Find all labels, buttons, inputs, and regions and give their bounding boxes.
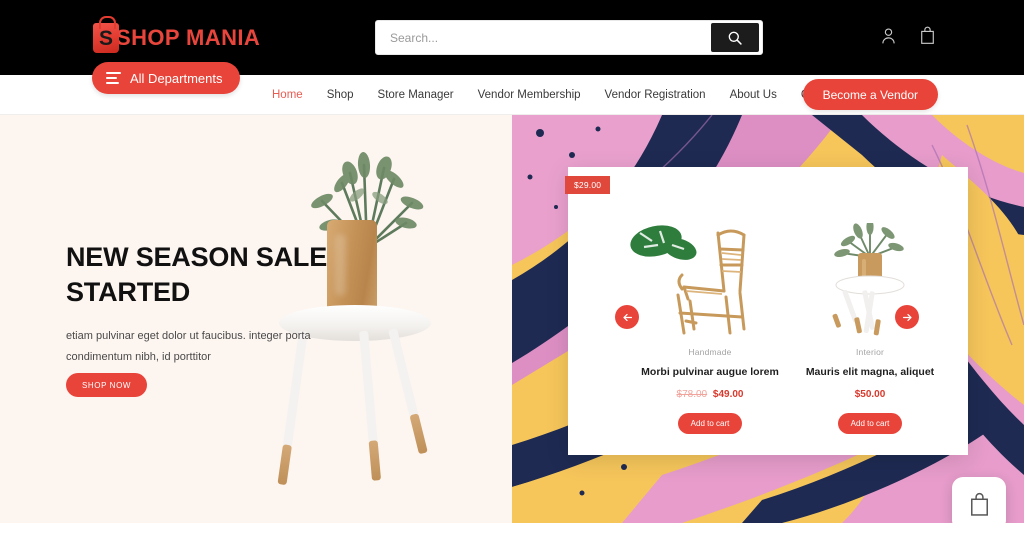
all-departments-button[interactable]: All Departments <box>92 62 241 94</box>
brand-name: SHOP MANIA <box>116 25 261 50</box>
main-navigation-bar: All Departments Home Shop Store Manager … <box>0 62 1024 115</box>
nav-item-vendor-membership[interactable]: Vendor Membership <box>478 89 581 101</box>
add-to-cart-button[interactable]: Add to cart <box>837 413 903 434</box>
arrow-left-icon <box>622 313 632 321</box>
site-logo[interactable]: S SHOP MANIA <box>93 16 261 56</box>
price-current: $50.00 <box>854 389 886 400</box>
product-image[interactable] <box>790 219 950 337</box>
product-price: $78.00 $49.00 <box>630 389 790 400</box>
account-icon[interactable] <box>880 27 897 45</box>
arrow-right-icon <box>902 313 912 321</box>
shopping-bag-icon <box>970 492 988 516</box>
floating-cart-button[interactable] <box>952 477 1006 523</box>
logo-letter-s: S <box>98 26 113 50</box>
add-to-cart-button[interactable]: Add to cart <box>677 413 743 434</box>
nav-item-shop[interactable]: Shop <box>327 89 354 101</box>
rattan-chair-graphic <box>676 229 746 335</box>
become-a-vendor-button[interactable]: Become a Vendor <box>802 79 938 110</box>
nav-item-home[interactable]: Home <box>272 89 303 101</box>
product-item: Interior Mauris elit magna, aliquet $50.… <box>790 219 950 434</box>
search-input[interactable] <box>378 23 711 52</box>
header-icon-group <box>880 26 936 45</box>
stool-leg <box>359 330 382 481</box>
hamburger-icon <box>106 72 121 84</box>
sale-price-badge: $29.00 <box>565 176 611 194</box>
price-original: $78.00 <box>676 389 708 400</box>
shopping-bag-icon: S <box>93 16 119 53</box>
storefront-homepage: S SHOP MANIA Search... All Departments H… <box>0 0 1024 553</box>
search-button[interactable] <box>711 23 759 52</box>
carousel-next-button[interactable] <box>895 305 919 329</box>
carousel-prev-button[interactable] <box>615 305 639 329</box>
stool-leg <box>388 327 428 455</box>
product-category: Handmade <box>688 347 732 357</box>
product-name: Mauris elit magna, aliquet <box>805 366 935 378</box>
hero-banner-left: NEW SEASON SALE STARTED etiam pulvinar e… <box>0 115 512 523</box>
nav-item-vendor-registration[interactable]: Vendor Registration <box>605 89 706 101</box>
hero-description: etiam pulvinar eget dolor ut faucibus. i… <box>66 330 311 364</box>
hero-banner-right: Handmade Morbi pulvinar augue lorem $78.… <box>512 115 1024 523</box>
hero-title: NEW SEASON SALE STARTED <box>66 242 328 307</box>
nav-item-about-us[interactable]: About Us <box>730 89 777 101</box>
product-image[interactable] <box>630 219 790 337</box>
nav-link-list: Home Shop Store Manager Vendor Membershi… <box>272 75 841 115</box>
product-name: Morbi pulvinar augue lorem <box>641 366 779 378</box>
product-price: $50.00 <box>790 389 950 400</box>
all-departments-label: All Departments <box>130 70 223 86</box>
cart-icon[interactable] <box>919 26 936 45</box>
nav-item-store-manager[interactable]: Store Manager <box>378 89 454 101</box>
shop-now-button[interactable]: SHOP NOW <box>66 373 147 397</box>
product-item: Handmade Morbi pulvinar augue lorem $78.… <box>630 219 790 434</box>
search-icon <box>728 31 742 45</box>
product-category: Interior <box>855 347 885 357</box>
price-current: $49.00 <box>712 389 744 400</box>
search-bar <box>375 20 763 55</box>
